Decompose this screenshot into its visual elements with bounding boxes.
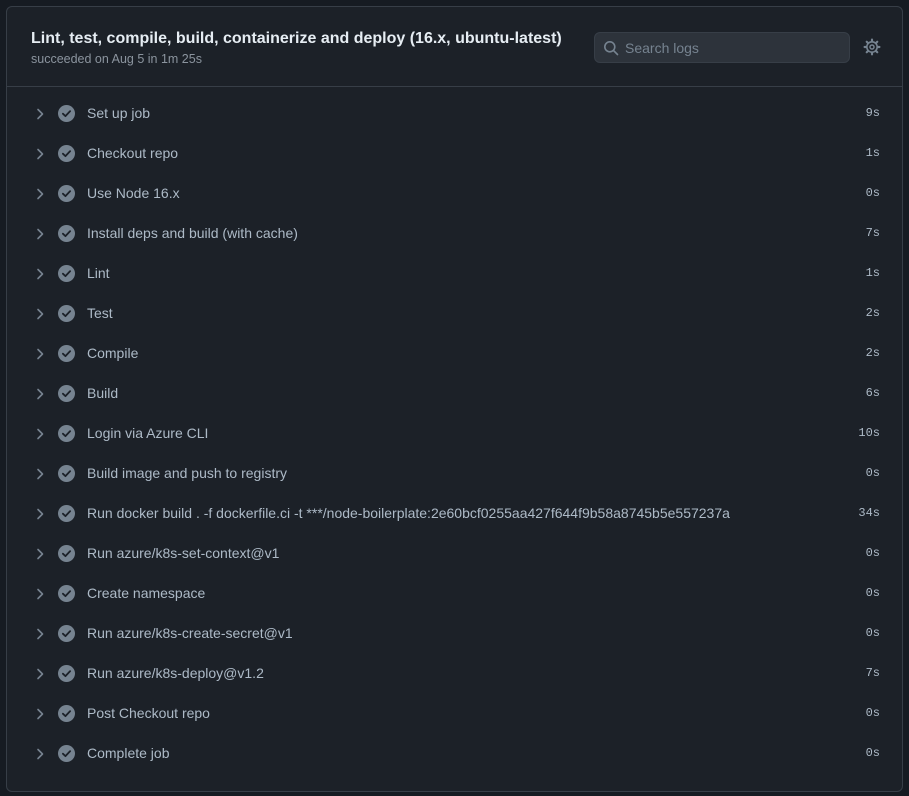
- step-label: Build image and push to registry: [87, 465, 287, 481]
- step-label: Run docker build . -f dockerfile.ci -t *…: [87, 505, 730, 521]
- check-circle-icon: [58, 665, 75, 682]
- step-row-set-up-job[interactable]: Set up job 9s: [7, 94, 902, 134]
- check-circle-icon: [58, 385, 75, 402]
- step-label: Lint: [87, 265, 110, 281]
- step-row-checkout-repo[interactable]: Checkout repo 1s: [7, 134, 902, 174]
- check-circle-icon: [58, 505, 75, 522]
- step-label: Run azure/k8s-deploy@v1.2: [87, 665, 264, 681]
- step-duration: 0s: [865, 746, 880, 760]
- chevron-right-icon[interactable]: [32, 386, 48, 402]
- step-duration: 2s: [865, 346, 880, 360]
- job-log-panel: Lint, test, compile, build, containerize…: [6, 6, 903, 792]
- chevron-right-icon[interactable]: [32, 706, 48, 722]
- step-duration: 10s: [858, 426, 880, 440]
- step-row-k8s-set-context[interactable]: Run azure/k8s-set-context@v1 0s: [7, 534, 902, 574]
- search-logs-input[interactable]: [625, 33, 835, 62]
- step-label: Run azure/k8s-set-context@v1: [87, 545, 280, 561]
- step-row-k8s-create-secret[interactable]: Run azure/k8s-create-secret@v1 0s: [7, 614, 902, 654]
- step-label: Post Checkout repo: [87, 705, 210, 721]
- search-logs-box[interactable]: [594, 32, 850, 63]
- step-label: Use Node 16.x: [87, 185, 180, 201]
- job-steps-list: Set up job 9s Checkout repo 1s Use Node …: [7, 94, 902, 774]
- step-duration: 34s: [858, 506, 880, 520]
- chevron-right-icon[interactable]: [32, 626, 48, 642]
- step-label: Build: [87, 385, 119, 401]
- step-duration: 1s: [865, 146, 880, 160]
- check-circle-icon: [58, 745, 75, 762]
- chevron-right-icon[interactable]: [32, 746, 48, 762]
- check-circle-icon: [58, 345, 75, 362]
- check-circle-icon: [58, 585, 75, 602]
- chevron-right-icon[interactable]: [32, 506, 48, 522]
- chevron-right-icon[interactable]: [32, 346, 48, 362]
- step-duration: 0s: [865, 466, 880, 480]
- step-row-compile[interactable]: Compile 2s: [7, 334, 902, 374]
- step-duration: 9s: [865, 106, 880, 120]
- step-row-test[interactable]: Test 2s: [7, 294, 902, 334]
- step-duration: 6s: [865, 386, 880, 400]
- check-circle-icon: [58, 145, 75, 162]
- chevron-right-icon[interactable]: [32, 426, 48, 442]
- step-row-lint[interactable]: Lint 1s: [7, 254, 902, 294]
- step-label: Install deps and build (with cache): [87, 225, 298, 241]
- step-row-use-node[interactable]: Use Node 16.x 0s: [7, 174, 902, 214]
- check-circle-icon: [58, 625, 75, 642]
- step-duration: 0s: [865, 546, 880, 560]
- chevron-right-icon[interactable]: [32, 546, 48, 562]
- step-row-install-deps[interactable]: Install deps and build (with cache) 7s: [7, 214, 902, 254]
- chevron-right-icon[interactable]: [32, 146, 48, 162]
- step-row-build-image[interactable]: Build image and push to registry 0s: [7, 454, 902, 494]
- search-icon: [604, 41, 619, 56]
- step-label: Run azure/k8s-create-secret@v1: [87, 625, 293, 641]
- check-circle-icon: [58, 305, 75, 322]
- step-label: Test: [87, 305, 113, 321]
- step-duration: 0s: [865, 586, 880, 600]
- chevron-right-icon[interactable]: [32, 266, 48, 282]
- step-label: Complete job: [87, 745, 170, 761]
- step-duration: 7s: [865, 226, 880, 240]
- step-row-complete-job[interactable]: Complete job 0s: [7, 734, 902, 774]
- job-title: Lint, test, compile, build, containerize…: [31, 30, 562, 47]
- step-duration: 1s: [865, 266, 880, 280]
- check-circle-icon: [58, 705, 75, 722]
- step-duration: 0s: [865, 626, 880, 640]
- chevron-right-icon[interactable]: [32, 226, 48, 242]
- chevron-right-icon[interactable]: [32, 586, 48, 602]
- step-label: Set up job: [87, 105, 151, 121]
- step-row-post-checkout[interactable]: Post Checkout repo 0s: [7, 694, 902, 734]
- step-duration: 2s: [865, 306, 880, 320]
- chevron-right-icon[interactable]: [32, 306, 48, 322]
- check-circle-icon: [58, 545, 75, 562]
- chevron-right-icon[interactable]: [32, 466, 48, 482]
- check-circle-icon: [58, 105, 75, 122]
- chevron-right-icon[interactable]: [32, 666, 48, 682]
- step-label: Login via Azure CLI: [87, 425, 209, 441]
- step-duration: 0s: [865, 706, 880, 720]
- job-status-summary: succeeded on Aug 5 in 1m 25s: [31, 52, 202, 66]
- job-header: Lint, test, compile, build, containerize…: [7, 7, 902, 87]
- step-row-create-namespace[interactable]: Create namespace 0s: [7, 574, 902, 614]
- step-label: Checkout repo: [87, 145, 179, 161]
- step-row-azure-login[interactable]: Login via Azure CLI 10s: [7, 414, 902, 454]
- step-duration: 7s: [865, 666, 880, 680]
- check-circle-icon: [58, 425, 75, 442]
- step-duration: 0s: [865, 186, 880, 200]
- gear-icon[interactable]: [863, 38, 881, 56]
- chevron-right-icon[interactable]: [32, 186, 48, 202]
- step-row-k8s-deploy[interactable]: Run azure/k8s-deploy@v1.2 7s: [7, 654, 902, 694]
- chevron-right-icon[interactable]: [32, 106, 48, 122]
- check-circle-icon: [58, 265, 75, 282]
- check-circle-icon: [58, 465, 75, 482]
- step-row-build[interactable]: Build 6s: [7, 374, 902, 414]
- step-row-docker-build[interactable]: Run docker build . -f dockerfile.ci -t *…: [7, 494, 902, 534]
- step-label: Compile: [87, 345, 139, 361]
- check-circle-icon: [58, 185, 75, 202]
- check-circle-icon: [58, 225, 75, 242]
- step-label: Create namespace: [87, 585, 206, 601]
